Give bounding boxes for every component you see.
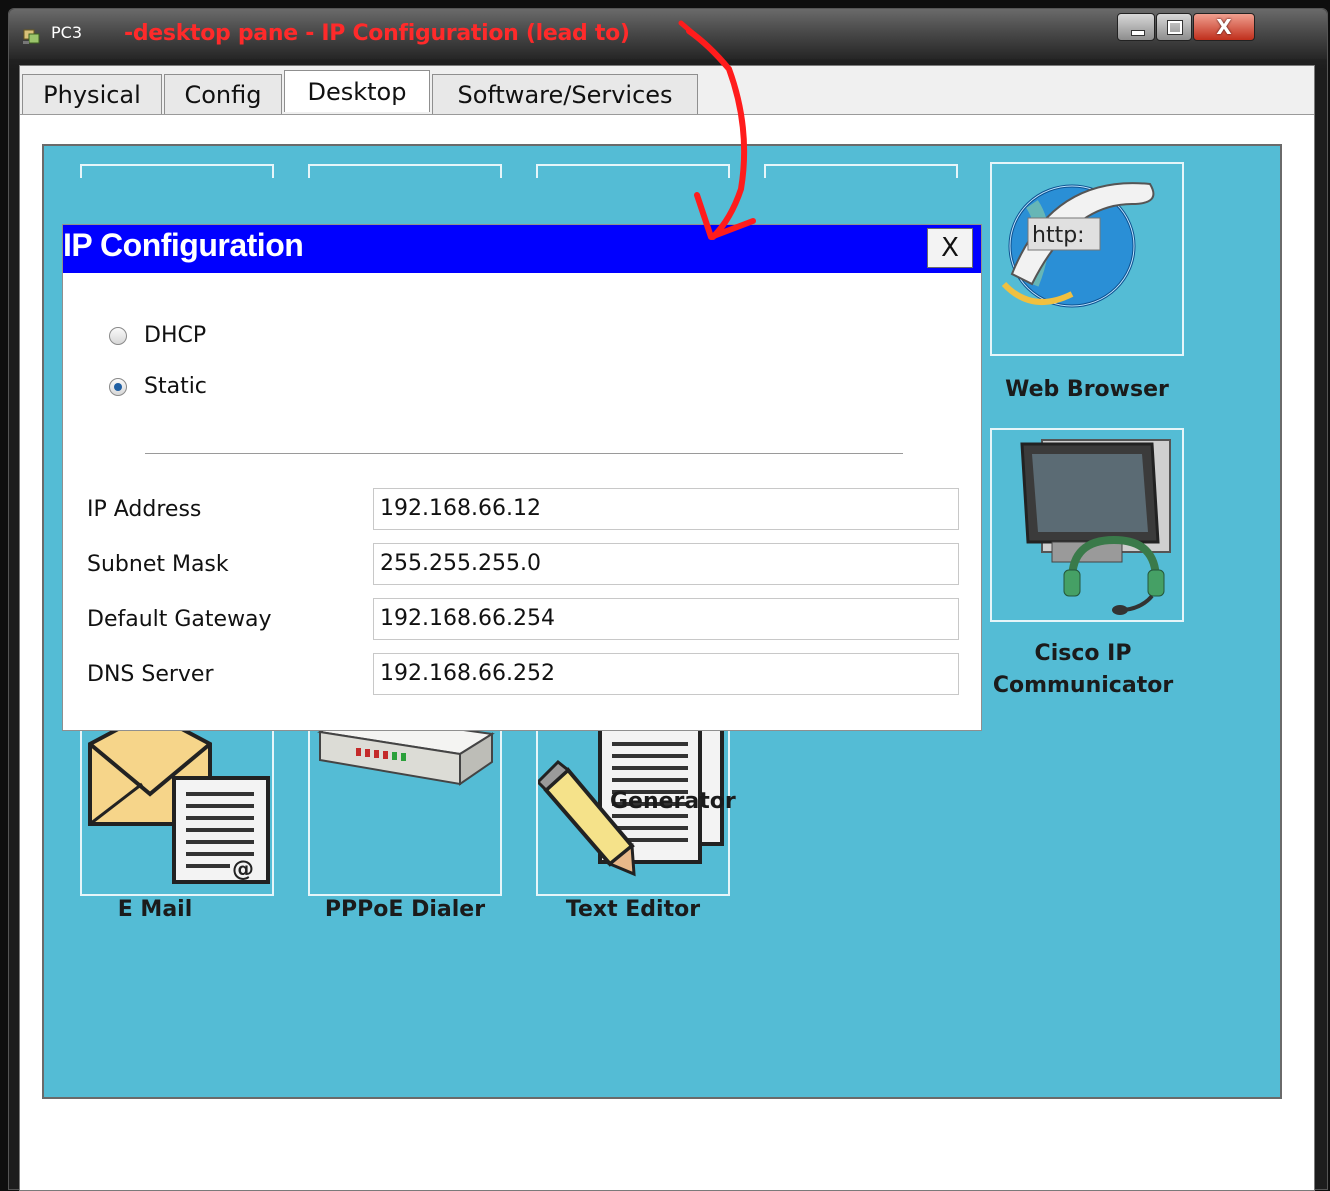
dns-server-input[interactable]: 192.168.66.252 <box>373 653 959 695</box>
default-gateway-input[interactable]: 192.168.66.254 <box>373 598 959 640</box>
web-browser-label: Web Browser <box>1005 377 1169 402</box>
svg-text:@: @ <box>232 857 254 882</box>
static-label: Static <box>144 374 207 399</box>
dhcp-label: DHCP <box>144 323 207 348</box>
cisco-ip-communicator-label: Cisco IP Communicator <box>992 641 1174 698</box>
dhcp-radio-option[interactable]: DHCP <box>109 323 206 348</box>
hidden-tile-label: Generator <box>610 789 736 809</box>
email-label: E Mail <box>117 897 193 922</box>
static-radio[interactable] <box>109 377 127 396</box>
subnet-mask-input[interactable]: 255.255.255.0 <box>373 543 959 585</box>
ip-address-label: IP Address <box>87 497 202 522</box>
monitor-headset-icon <box>1020 439 1171 615</box>
annotation-arrow-icon <box>678 20 756 240</box>
static-radio-option[interactable]: Static <box>109 374 207 399</box>
modem-icon <box>317 712 495 786</box>
dhcp-radio[interactable] <box>109 326 127 345</box>
pppoe-dialer-tile[interactable] <box>308 702 502 896</box>
separator <box>145 453 903 454</box>
envelope-letter-icon: @ <box>88 709 270 884</box>
email-tile[interactable]: @ <box>80 702 274 896</box>
ip-address-input[interactable]: 192.168.66.12 <box>373 488 959 530</box>
subnet-mask-label: Subnet Mask <box>87 552 229 577</box>
pc3-window: PC3 -desktop pane - IP Configuration (le… <box>8 8 1328 1191</box>
dns-server-label: DNS Server <box>87 662 214 687</box>
text-editor-label: Text Editor <box>565 897 701 922</box>
default-gateway-label: Default Gateway <box>87 607 272 632</box>
pppoe-dialer-label: PPPoE Dialer <box>324 897 486 922</box>
ip-configuration-dialog: IP Configuration X DHCP Static IP Addres… <box>62 224 982 731</box>
cisco-ip-communicator-tile[interactable] <box>990 428 1184 622</box>
